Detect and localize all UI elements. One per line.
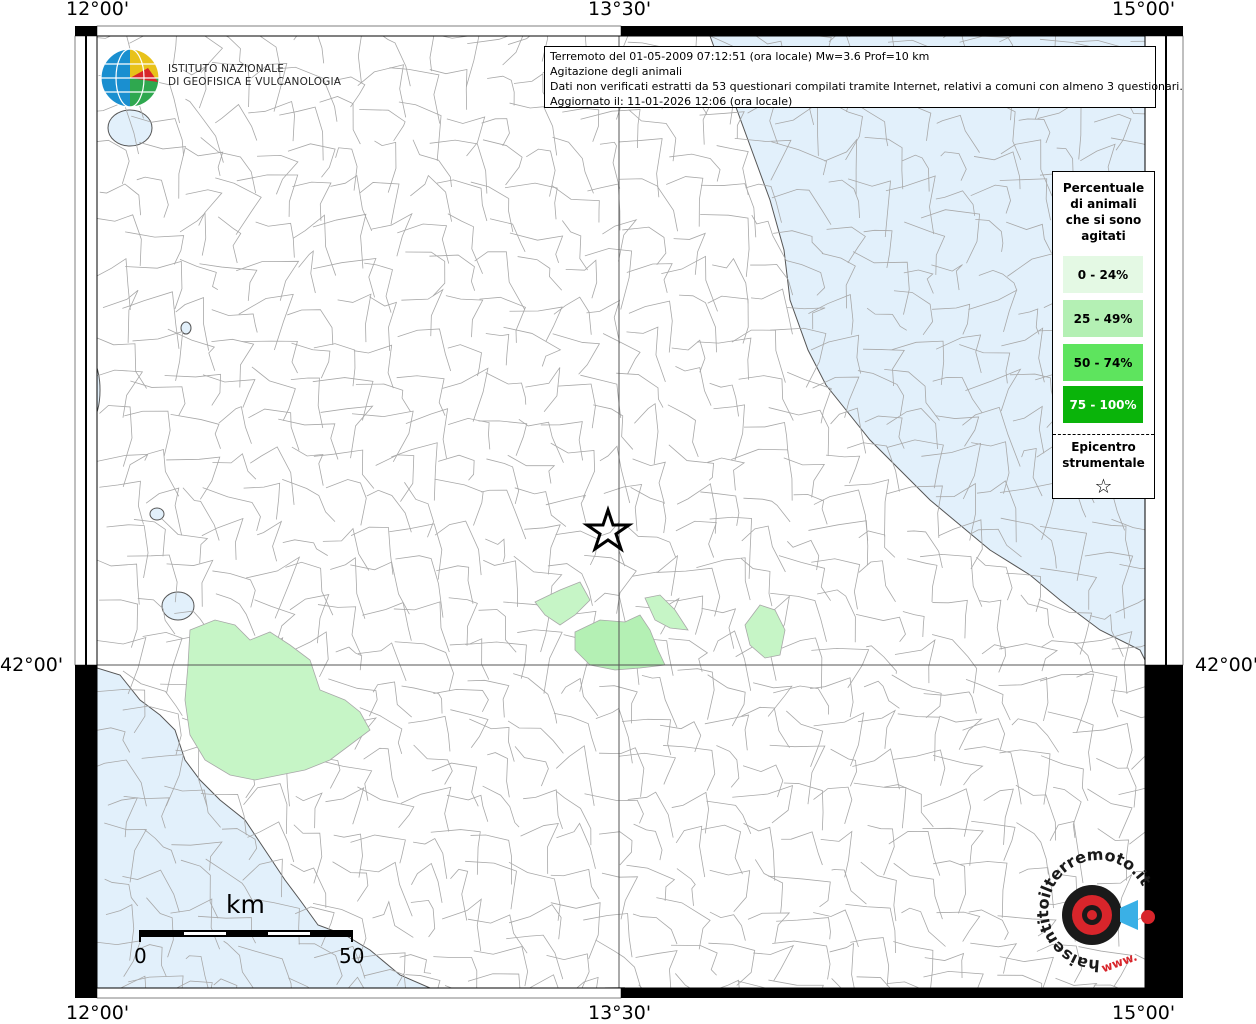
legend-star-icon: ☆: [1094, 474, 1113, 498]
legend-title-line: Percentuale: [1062, 181, 1145, 195]
coord-top-12: 12°00': [66, 0, 130, 20]
scale-end: 50: [339, 944, 365, 968]
legend-title-line: che si sono: [1065, 213, 1142, 227]
lake-bracciano: [161, 591, 195, 621]
legend-title-line: di animali: [1070, 197, 1137, 211]
legend-title-line: agitati: [1081, 229, 1126, 243]
update-time: Aggiornato il: 11-01-2026 12:06 (ora loc…: [550, 95, 793, 108]
legend-epicenter-label: Epicentro strumentale: [1053, 439, 1154, 471]
lake-bolsena: [107, 109, 153, 147]
scale-unit: km: [226, 890, 265, 919]
coord-top-15: 15°00': [1112, 0, 1176, 20]
coord-right-42: 42°00': [1195, 654, 1256, 676]
lake-vico: [149, 507, 165, 521]
legend-title: Percentuale di animali che si sono agita…: [1053, 180, 1154, 244]
haisentito-logo: haisentitoilterremoto.it www.: [1033, 850, 1156, 975]
legend-item-label: 50 - 74%: [1073, 355, 1133, 370]
legend-epicenter-line: strumentale: [1062, 456, 1145, 470]
data-note: Dati non verificati estratti da 53 quest…: [550, 80, 1183, 93]
legend-item-75-100: 75 - 100%: [1063, 386, 1143, 423]
coord-left-42: 42°00': [0, 654, 64, 676]
coord-bottom-15: 15°00': [1112, 1002, 1176, 1024]
scale-start: 0: [134, 944, 147, 968]
legend-item-label: 25 - 49%: [1073, 311, 1133, 326]
event-info-box: Terremoto del 01-05-2009 07:12:51 (ora l…: [544, 46, 1183, 108]
coord-bottom-12: 12°00': [66, 1002, 130, 1024]
legend-epicenter-line: Epicentro: [1071, 440, 1136, 454]
legend-divider: [1053, 434, 1154, 435]
legend-item-label: 75 - 100%: [1069, 397, 1137, 412]
legend-item-label: 0 - 24%: [1077, 267, 1129, 282]
legend: Percentuale di animali che si sono agita…: [1052, 171, 1155, 499]
haisentito-prefix: www.: [1099, 949, 1139, 975]
ingv-text: ISTITUTO NAZIONALE DI GEOFISICA E VULCAN…: [168, 63, 341, 89]
ingv-line-1: ISTITUTO NAZIONALE: [168, 63, 285, 75]
ingv-line-2: DI GEOFISICA E VULCANOLOGIA: [168, 76, 342, 88]
coord-top-13-30: 13°30': [588, 0, 652, 20]
map-subject: Agitazione degli animali: [550, 65, 683, 78]
event-title: Terremoto del 01-05-2009 07:12:51 (ora l…: [550, 50, 930, 63]
coord-bottom-13-30: 13°30': [588, 1002, 652, 1024]
legend-item-25-49: 25 - 49%: [1063, 300, 1143, 337]
legend-item-50-74: 50 - 74%: [1063, 344, 1143, 381]
legend-item-0-24: 0 - 24%: [1063, 256, 1143, 293]
